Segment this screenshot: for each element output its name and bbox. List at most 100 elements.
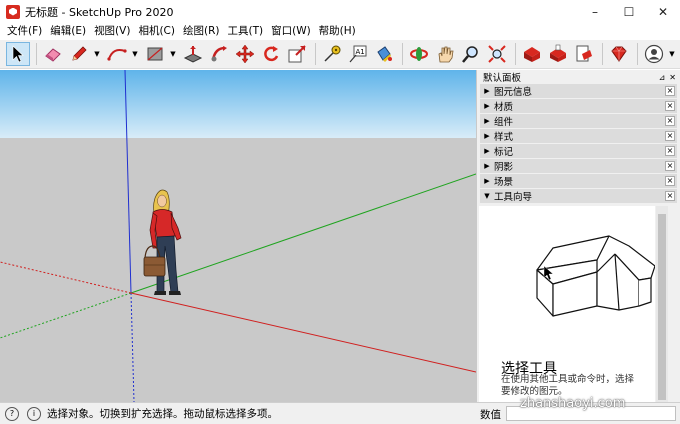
text-label-icon: A1 [349, 45, 367, 63]
expand-triangle-icon: ▶ [484, 87, 490, 95]
panel-label: 样式 [494, 132, 514, 143]
menu-help[interactable]: 帮助(H) [315, 23, 360, 40]
panel-label: 材质 [494, 102, 514, 113]
tray-close-icon[interactable]: ✕ [669, 73, 676, 82]
extension-warehouse-icon [550, 44, 566, 62]
arc-tool-button[interactable] [105, 42, 129, 66]
menu-view[interactable]: 视图(V) [90, 23, 134, 40]
follow-me-icon [211, 46, 227, 62]
panel-shadows[interactable]: ▶ 阴影 × [480, 159, 677, 174]
shape-tool-button[interactable] [143, 42, 167, 66]
instructor-tool-description: 在使用其他工具或命令时，选择要修改的图元。 [501, 374, 635, 397]
orbit-tool-button[interactable] [407, 42, 431, 66]
text-tool-glyph: A1 [356, 48, 365, 56]
watermark-text: zhanshaoyi.com [520, 396, 626, 411]
drawing-viewport[interactable] [0, 70, 476, 402]
panel-styles[interactable]: ▶ 样式 × [480, 129, 677, 144]
magnifier-icon [462, 46, 478, 63]
close-button[interactable]: ✕ [646, 0, 680, 23]
extension-manager-button[interactable] [607, 42, 631, 66]
eraser-icon [45, 48, 61, 62]
menu-edit[interactable]: 编辑(E) [46, 23, 90, 40]
window-controls: – ☐ ✕ [578, 0, 680, 23]
tape-measure-tool-button[interactable] [320, 42, 344, 66]
warehouse-icon [524, 47, 540, 62]
status-message: 选择对象。切换到扩充选择。拖动鼠标选择多项。 [47, 408, 278, 420]
3d-warehouse-button[interactable] [520, 42, 544, 66]
scrollbar-thumb[interactable] [658, 214, 666, 400]
account-dropdown-caret[interactable]: ▼ [668, 42, 676, 66]
panel-tags[interactable]: ▶ 标记 × [480, 144, 677, 159]
zoom-tool-button[interactable] [459, 42, 483, 66]
panel-close-icon[interactable]: × [665, 176, 675, 186]
panel-scenes[interactable]: ▶ 场景 × [480, 174, 677, 189]
toolbar-separator [602, 43, 603, 65]
panel-label: 场景 [494, 177, 514, 188]
expand-triangle-icon: ▶ [484, 177, 490, 185]
info-icon[interactable]: i [27, 406, 41, 421]
panel-instructor[interactable]: ▼ 工具向导 × [480, 189, 677, 204]
panel-label: 阴影 [494, 162, 514, 173]
user-account-icon [644, 44, 664, 64]
panel-close-icon[interactable]: × [665, 101, 675, 111]
arc-icon [107, 49, 127, 61]
toolbar-separator [36, 43, 37, 65]
hand-pan-icon [438, 46, 454, 63]
panel-close-icon[interactable]: × [665, 191, 675, 201]
panel-components[interactable]: ▶ 组件 × [480, 114, 677, 129]
panel-entity-info[interactable]: ▶ 图元信息 × [480, 84, 677, 99]
menu-file[interactable]: 文件(F) [3, 23, 46, 40]
layout-button[interactable] [572, 42, 596, 66]
toolbar-separator [515, 43, 516, 65]
paint-bucket-icon [377, 46, 392, 62]
window-title: 无标题 - SketchUp Pro 2020 [25, 5, 174, 19]
push-pull-tool-button[interactable] [181, 42, 205, 66]
pan-tool-button[interactable] [433, 42, 457, 66]
account-button[interactable] [642, 42, 666, 66]
panel-label: 工具向导 [494, 192, 533, 203]
menu-camera[interactable]: 相机(C) [134, 23, 179, 40]
move-arrows-icon [235, 44, 255, 64]
tray-title: 默认面板 [483, 73, 522, 84]
paint-bucket-tool-button[interactable] [372, 42, 396, 66]
arc-dropdown-caret[interactable]: ▼ [131, 42, 139, 66]
panel-materials[interactable]: ▶ 材质 × [480, 99, 677, 114]
layout-icon [576, 45, 592, 62]
expand-triangle-icon: ▶ [484, 147, 490, 155]
move-tool-button[interactable] [233, 42, 257, 66]
eraser-tool-button[interactable] [41, 42, 65, 66]
panel-close-icon[interactable]: × [665, 116, 675, 126]
expand-triangle-icon: ▶ [484, 132, 490, 140]
menu-tools[interactable]: 工具(T) [223, 23, 267, 40]
pencil-dropdown-caret[interactable]: ▼ [93, 42, 101, 66]
panel-close-icon[interactable]: × [665, 146, 675, 156]
geo-location-icon[interactable]: ? [5, 406, 19, 421]
scene-canvas[interactable] [0, 70, 476, 402]
instructor-scrollbar[interactable] [656, 206, 668, 402]
text-tool-button[interactable]: A1 [346, 42, 370, 66]
rotate-tool-button[interactable] [259, 42, 283, 66]
minimize-button[interactable]: – [578, 0, 612, 23]
follow-me-tool-button[interactable] [207, 42, 231, 66]
menu-window[interactable]: 窗口(W) [267, 23, 315, 40]
ground [0, 138, 476, 402]
pencil-tool-button[interactable] [67, 42, 91, 66]
orbit-icon [410, 47, 428, 61]
shape-dropdown-caret[interactable]: ▼ [169, 42, 177, 66]
main-toolbar: ▼ ▼ ▼ A1 ▼ [0, 40, 680, 69]
scale-tool-button[interactable] [285, 42, 309, 66]
toolbar-separator [315, 43, 316, 65]
expand-triangle-icon: ▶ [484, 117, 490, 125]
panel-close-icon[interactable]: × [665, 86, 675, 96]
pin-icon[interactable]: ⊿ [659, 73, 666, 82]
measurements-label: 数值 [480, 409, 501, 421]
collapse-triangle-icon: ▼ [484, 192, 490, 200]
panel-close-icon[interactable]: × [665, 161, 675, 171]
menu-draw[interactable]: 绘图(R) [179, 23, 224, 40]
extension-warehouse-button[interactable] [546, 42, 570, 66]
panel-close-icon[interactable]: × [665, 131, 675, 141]
zoom-extents-tool-button[interactable] [485, 42, 509, 66]
select-tool-button[interactable] [6, 42, 30, 66]
toolbar-separator [402, 43, 403, 65]
maximize-button[interactable]: ☐ [612, 0, 646, 23]
